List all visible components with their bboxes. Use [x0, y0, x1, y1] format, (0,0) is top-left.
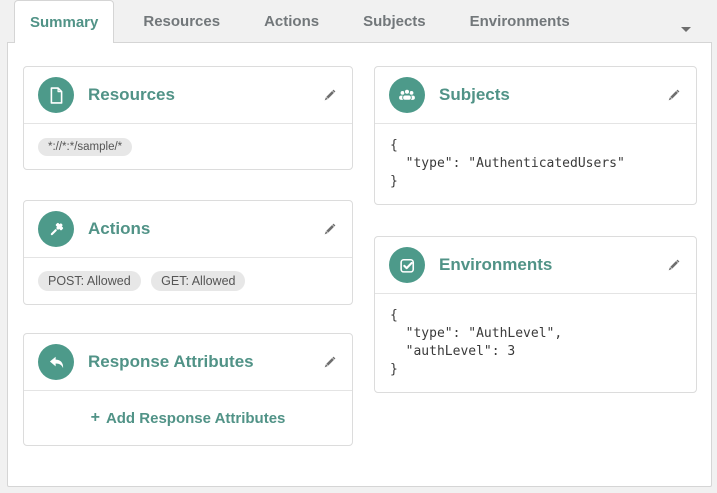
- file-icon: [38, 77, 74, 113]
- resources-card-body: *://*:*/sample/*: [24, 124, 352, 169]
- add-response-attributes-label: Add Response Attributes: [105, 409, 286, 427]
- subjects-card-header: Subjects: [375, 67, 696, 124]
- tab-summary[interactable]: Summary: [14, 0, 115, 43]
- edit-resources-button[interactable]: [320, 86, 338, 104]
- environments-card-body: { "type": "AuthLevel", "authLevel": 3 }: [375, 294, 696, 392]
- response-attributes-card-body: + Add Response Attributes: [24, 391, 352, 445]
- actions-card-header: Actions: [24, 201, 352, 258]
- tab-subjects[interactable]: Subjects: [348, 0, 441, 42]
- pencil-icon: [324, 89, 335, 100]
- add-response-attributes-button[interactable]: + Add Response Attributes: [91, 409, 286, 427]
- tabs-overflow-button[interactable]: [680, 24, 692, 34]
- users-icon: [389, 77, 425, 113]
- tab-bar: Summary Resources Actions Subjects Envir…: [0, 0, 717, 43]
- reply-arrow-icon: [38, 344, 74, 380]
- check-square-icon: [389, 247, 425, 283]
- caret-down-icon: [681, 26, 691, 32]
- response-attributes-card-title: Response Attributes: [88, 352, 254, 371]
- subjects-json: { "type": "AuthenticatedUsers" }: [390, 138, 625, 189]
- actions-card-title: Actions: [88, 219, 151, 238]
- tab-environments[interactable]: Environments: [455, 0, 585, 42]
- resource-badge: *://*:*/sample/*: [38, 138, 133, 156]
- subjects-card-title: Subjects: [439, 85, 510, 104]
- tab-actions[interactable]: Actions: [249, 0, 334, 42]
- resources-card: Resources *://*:*/sample/*: [23, 66, 353, 170]
- content-panel: Resources *://*:*/sample/* Actions POST:…: [7, 42, 712, 487]
- pencil-icon: [668, 259, 679, 270]
- subjects-card-body: { "type": "AuthenticatedUsers" }: [375, 124, 696, 204]
- resources-card-header: Resources: [24, 67, 352, 124]
- edit-actions-button[interactable]: [320, 220, 338, 238]
- action-badge: GET: Allowed: [151, 271, 246, 291]
- pencil-icon: [668, 89, 679, 100]
- response-attributes-card: Response Attributes + Add Response Attri…: [23, 333, 353, 446]
- pencil-icon: [324, 223, 335, 234]
- pencil-icon: [324, 356, 335, 367]
- response-attributes-card-header: Response Attributes: [24, 334, 352, 391]
- right-column: Subjects { "type": "AuthenticatedUsers" …: [374, 66, 697, 446]
- environments-json: { "type": "AuthLevel", "authLevel": 3 }: [390, 308, 563, 377]
- actions-card-body: POST: Allowed GET: Allowed: [24, 258, 352, 304]
- environments-card-title: Environments: [439, 255, 553, 274]
- left-column: Resources *://*:*/sample/* Actions POST:…: [23, 66, 353, 446]
- resources-card-title: Resources: [88, 85, 175, 104]
- edit-response-attributes-button[interactable]: [320, 353, 338, 371]
- edit-environments-button[interactable]: [664, 256, 682, 274]
- actions-card: Actions POST: Allowed GET: Allowed: [23, 200, 353, 305]
- edit-subjects-button[interactable]: [664, 86, 682, 104]
- environments-card-header: Environments: [375, 237, 696, 294]
- plus-icon: +: [90, 409, 100, 426]
- summary-columns: Resources *://*:*/sample/* Actions POST:…: [23, 66, 697, 446]
- tab-resources[interactable]: Resources: [128, 0, 235, 42]
- subjects-card: Subjects { "type": "AuthenticatedUsers" …: [374, 66, 697, 205]
- action-badge: POST: Allowed: [38, 271, 141, 291]
- environments-card: Environments { "type": "AuthLevel", "aut…: [374, 236, 697, 393]
- gavel-icon: [38, 211, 74, 247]
